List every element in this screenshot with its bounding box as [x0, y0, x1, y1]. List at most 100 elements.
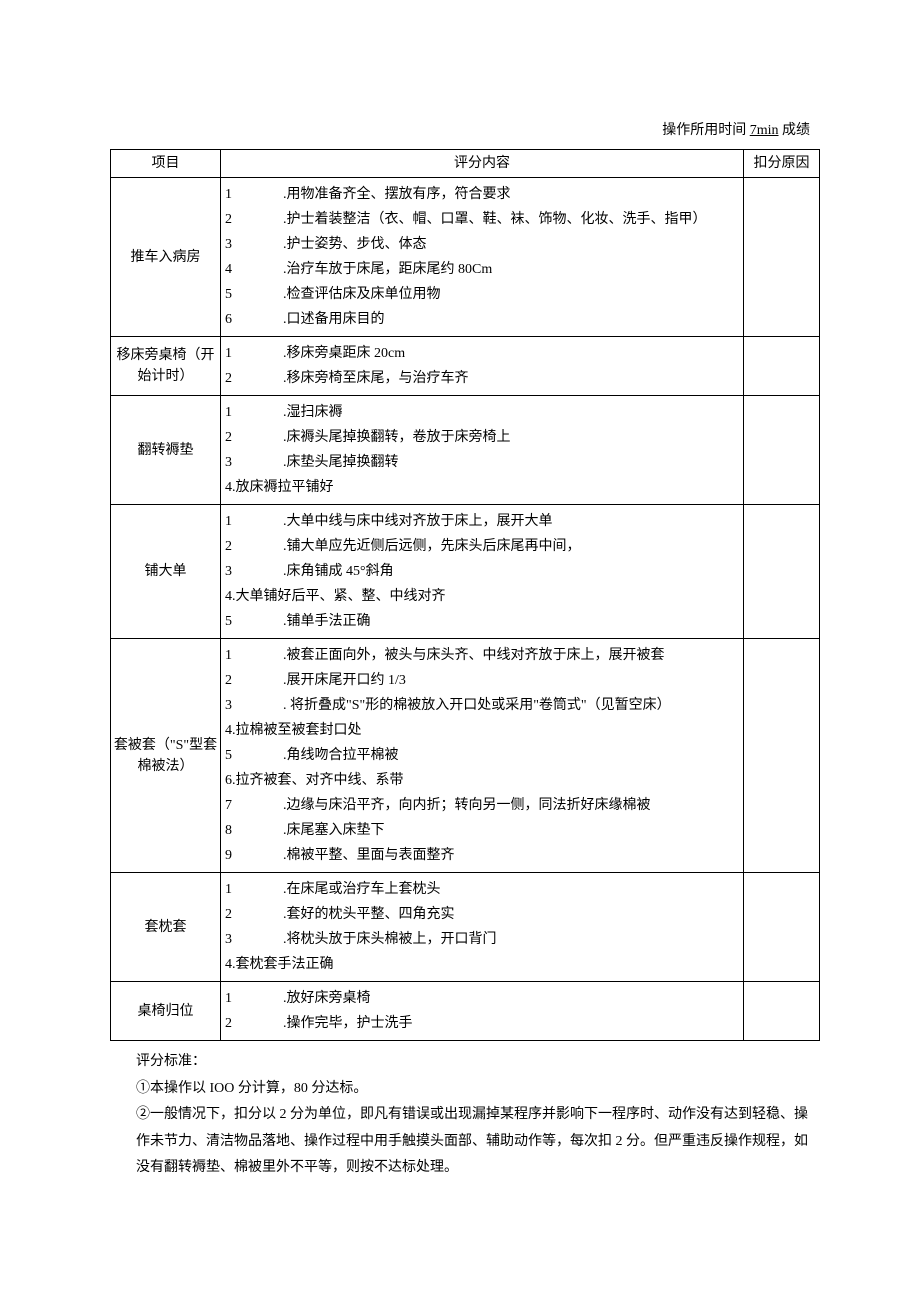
content-line: 5.检查评估床及床单位用物: [223, 282, 741, 307]
reason-cell: [744, 396, 820, 505]
reason-cell: [744, 178, 820, 337]
line-text: .床角铺成 45°斜角: [283, 561, 741, 582]
reason-cell: [744, 873, 820, 982]
table-row: 桌椅归位1.放好床旁桌椅2.操作完毕，护士洗手: [111, 982, 820, 1041]
line-text: .铺单手法正确: [283, 611, 741, 632]
line-text: .口述备用床目的: [283, 309, 741, 330]
content-line: 3.床角铺成 45°斜角: [223, 559, 741, 584]
table-row: 套被套（"S"型套棉被法）1.被套正面向外，被头与床头齐、中线对齐放于床上，展开…: [111, 639, 820, 873]
line-number: 2: [223, 1013, 283, 1034]
content-line: 8.床尾塞入床垫下: [223, 818, 741, 843]
footer-line1: ①本操作以 IOO 分计算，80 分达标。: [136, 1076, 810, 1103]
content-line: 2.操作完毕，护士洗手: [223, 1011, 741, 1036]
line-text: .将枕头放于床头棉被上，开口背门: [283, 929, 741, 950]
project-cell: 翻转褥垫: [111, 396, 221, 505]
line-number: 3: [223, 234, 283, 255]
table-row: 翻转褥垫1.湿扫床褥2.床褥头尾掉换翻转，卷放于床旁椅上3.床垫头尾掉换翻转4.…: [111, 396, 820, 505]
content-line: 3.床垫头尾掉换翻转: [223, 450, 741, 475]
content-line: 3.将枕头放于床头棉被上，开口背门: [223, 927, 741, 952]
content-line: 6.拉齐被套、对齐中线、系带: [223, 768, 741, 793]
table-row: 移床旁桌椅（开始计时）1.移床旁桌距床 20cm2.移床旁椅至床尾，与治疗车齐: [111, 337, 820, 396]
table-row: 铺大单1.大单中线与床中线对齐放于床上，展开大单2.铺大单应先近侧后远侧，先床头…: [111, 505, 820, 639]
line-text: .放好床旁桌椅: [283, 988, 741, 1009]
project-cell: 桌椅归位: [111, 982, 221, 1041]
col-content: 评分内容: [221, 150, 744, 178]
project-cell: 套被套（"S"型套棉被法）: [111, 639, 221, 873]
content-line: 2.铺大单应先近侧后远侧，先床头后床尾再中间，: [223, 534, 741, 559]
line-number: 3: [223, 561, 283, 582]
content-line: 4.拉棉被至被套封口处: [223, 718, 741, 743]
line-number: 8: [223, 820, 283, 841]
reason-cell: [744, 639, 820, 873]
content-line: 2.护士着装整洁（衣、帽、口罩、鞋、袜、饰物、化妆、洗手、指甲）: [223, 207, 741, 232]
line-text: .角线吻合拉平棉被: [283, 745, 741, 766]
header-prefix: 操作所用时间: [662, 123, 746, 138]
line-number: 6: [223, 309, 283, 330]
line-text: .操作完毕，护士洗手: [283, 1013, 741, 1034]
col-reason: 扣分原因: [744, 150, 820, 178]
content-line: 2.床褥头尾掉换翻转，卷放于床旁椅上: [223, 425, 741, 450]
content-line: 3. 将折叠成"S"形的棉被放入开口处或采用"卷筒式"（见暂空床）: [223, 693, 741, 718]
line-text: .边缘与床沿平齐，向内折；转向另一侧，同法折好床缘棉被: [283, 795, 741, 816]
line-number: 2: [223, 904, 283, 925]
line-number: 2: [223, 368, 283, 389]
content-cell: 1.被套正面向外，被头与床头齐、中线对齐放于床上，展开被套2.展开床尾开口约 1…: [221, 639, 744, 873]
content-line: 1.用物准备齐全、摆放有序，符合要求: [223, 182, 741, 207]
content-line: 3.护士姿势、步伐、体态: [223, 232, 741, 257]
project-cell: 套枕套: [111, 873, 221, 982]
line-text: .移床旁桌距床 20cm: [283, 343, 741, 364]
line-text: .在床尾或治疗车上套枕头: [283, 879, 741, 900]
reason-cell: [744, 982, 820, 1041]
content-line: 1.在床尾或治疗车上套枕头: [223, 877, 741, 902]
line-number: 2: [223, 209, 283, 230]
line-text: .湿扫床褥: [283, 402, 741, 423]
col-project: 项目: [111, 150, 221, 178]
content-cell: 1.在床尾或治疗车上套枕头2.套好的枕头平整、四角充实3.将枕头放于床头棉被上，…: [221, 873, 744, 982]
content-cell: 1.湿扫床褥2.床褥头尾掉换翻转，卷放于床旁椅上3.床垫头尾掉换翻转4.放床褥拉…: [221, 396, 744, 505]
reason-cell: [744, 337, 820, 396]
project-cell: 推车入病房: [111, 178, 221, 337]
line-number: 5: [223, 611, 283, 632]
line-number: 2: [223, 536, 283, 557]
line-number: 1: [223, 184, 283, 205]
line-number: 1: [223, 402, 283, 423]
project-cell: 铺大单: [111, 505, 221, 639]
content-cell: 1.放好床旁桌椅2.操作完毕，护士洗手: [221, 982, 744, 1041]
content-line: 9.棉被平整、里面与表面整齐: [223, 843, 741, 868]
header-line: 操作所用时间 7min 成绩: [110, 120, 820, 141]
footer-title: 评分标准：: [136, 1049, 810, 1076]
line-text: .床褥头尾掉换翻转，卷放于床旁椅上: [283, 427, 741, 448]
content-line: 4.套枕套手法正确: [223, 952, 741, 977]
line-text: .被套正面向外，被头与床头齐、中线对齐放于床上，展开被套: [283, 645, 741, 666]
header-time: 7min: [750, 123, 779, 138]
content-line: 4.治疗车放于床尾，距床尾约 80Cm: [223, 257, 741, 282]
content-line: 2.套好的枕头平整、四角充实: [223, 902, 741, 927]
content-line: 1.大单中线与床中线对齐放于床上，展开大单: [223, 509, 741, 534]
line-number: 3: [223, 929, 283, 950]
content-line: 1.放好床旁桌椅: [223, 986, 741, 1011]
content-line: 1.移床旁桌距床 20cm: [223, 341, 741, 366]
line-number: 1: [223, 343, 283, 364]
content-cell: 1.用物准备齐全、摆放有序，符合要求2.护士着装整洁（衣、帽、口罩、鞋、袜、饰物…: [221, 178, 744, 337]
line-number: 9: [223, 845, 283, 866]
line-number: 3: [223, 452, 283, 473]
content-line: 6.口述备用床目的: [223, 307, 741, 332]
content-cell: 1.大单中线与床中线对齐放于床上，展开大单2.铺大单应先近侧后远侧，先床头后床尾…: [221, 505, 744, 639]
content-line: 5.铺单手法正确: [223, 609, 741, 634]
line-number: 2: [223, 670, 283, 691]
line-number: 3: [223, 695, 283, 716]
line-text: .铺大单应先近侧后远侧，先床头后床尾再中间，: [283, 536, 741, 557]
content-cell: 1.移床旁桌距床 20cm2.移床旁椅至床尾，与治疗车齐: [221, 337, 744, 396]
line-number: 1: [223, 988, 283, 1009]
table-row: 推车入病房1.用物准备齐全、摆放有序，符合要求2.护士着装整洁（衣、帽、口罩、鞋…: [111, 178, 820, 337]
line-number: 5: [223, 284, 283, 305]
content-line: 2.展开床尾开口约 1/3: [223, 668, 741, 693]
line-text: .护士姿势、步伐、体态: [283, 234, 741, 255]
content-line: 4.大单铺好后平、紧、整、中线对齐: [223, 584, 741, 609]
content-line: 7.边缘与床沿平齐，向内折；转向另一侧，同法折好床缘棉被: [223, 793, 741, 818]
footer-notes: 评分标准： ①本操作以 IOO 分计算，80 分达标。 ②一般情况下，扣分以 2…: [110, 1049, 820, 1182]
content-line: 4.放床褥拉平铺好: [223, 475, 741, 500]
line-number: 1: [223, 645, 283, 666]
line-number: 2: [223, 427, 283, 448]
line-number: 1: [223, 511, 283, 532]
